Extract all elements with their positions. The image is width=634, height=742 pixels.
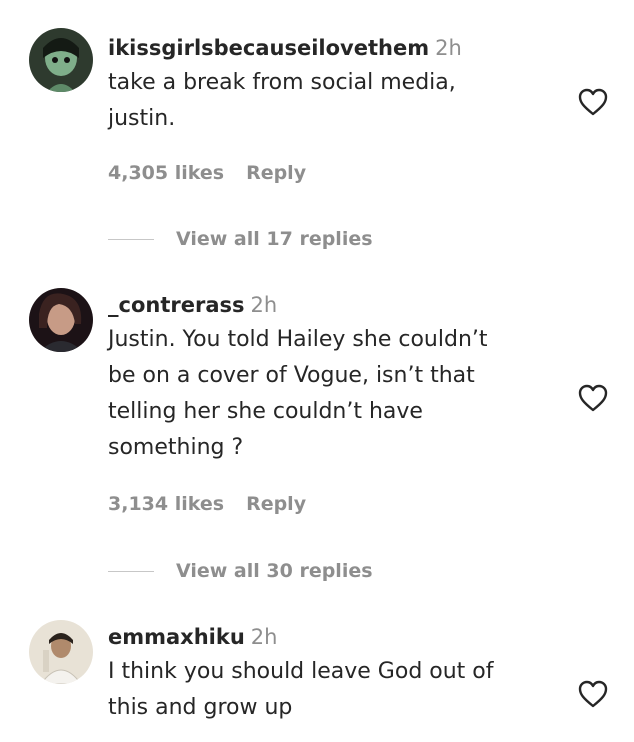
avatar[interactable] (29, 288, 93, 352)
comment-header: ikissgirlsbecauseilovethem 2h (108, 33, 564, 63)
comment-header: _contrerass 2h (108, 290, 564, 320)
heart-outline-icon[interactable] (577, 87, 609, 117)
username[interactable]: _contrerass (108, 293, 245, 317)
timestamp: 2h (250, 625, 278, 649)
reply-button[interactable]: Reply (246, 162, 306, 184)
replies-divider (108, 239, 154, 240)
likes-count[interactable]: 4,305 likes (108, 162, 224, 184)
comment-header: emmaxhiku 2h (108, 622, 564, 652)
comment-text: Justin. You told Hailey she couldn’t be … (108, 322, 564, 466)
view-replies-button[interactable]: View all 30 replies (108, 559, 373, 583)
view-replies-button[interactable]: View all 17 replies (108, 227, 373, 251)
comment-text-line: this and grow up (108, 695, 293, 720)
comment-text-line: be on a cover of Vogue, isn’t that (108, 363, 475, 388)
timestamp: 2h (250, 293, 278, 317)
comment-text-line: Justin. You told Hailey she couldn’t (108, 327, 488, 352)
comment-meta: 3,134 likes Reply (108, 492, 306, 516)
username[interactable]: emmaxhiku (108, 625, 245, 649)
replies-divider (108, 571, 154, 572)
avatar[interactable] (29, 28, 93, 92)
comment-text-line: take a break from social media, (108, 70, 456, 95)
view-replies-label: View all 30 replies (176, 560, 373, 582)
reply-button[interactable]: Reply (246, 493, 306, 515)
comment-text-line: I think you should leave God out of (108, 659, 494, 684)
comment-text-line: something ? (108, 435, 244, 460)
username[interactable]: ikissgirlsbecauseilovethem (108, 36, 429, 60)
comment-text: take a break from social media, justin. (108, 65, 564, 137)
timestamp: 2h (435, 36, 462, 60)
comment-text-line: telling her she couldn’t have (108, 399, 423, 424)
comment-text-line: justin. (108, 106, 176, 131)
comment-text: I think you should leave God out of this… (108, 654, 564, 726)
likes-count[interactable]: 3,134 likes (108, 493, 224, 515)
view-replies-label: View all 17 replies (176, 228, 373, 250)
comment-meta: 4,305 likes Reply (108, 161, 306, 185)
avatar[interactable] (29, 620, 93, 684)
heart-outline-icon[interactable] (577, 679, 609, 709)
heart-outline-icon[interactable] (577, 383, 609, 413)
